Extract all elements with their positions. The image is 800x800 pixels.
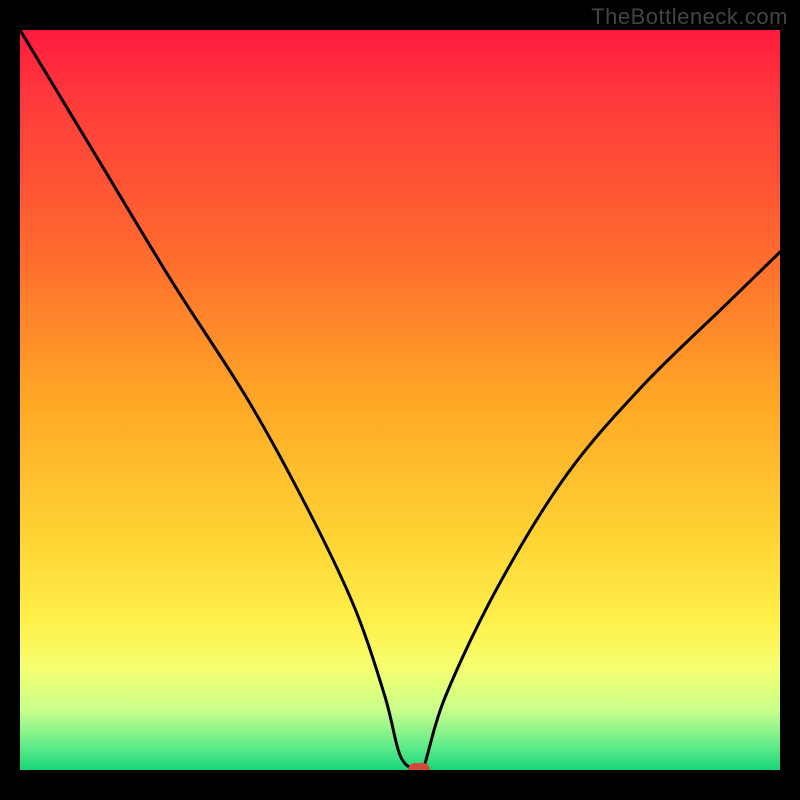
bottleneck-curve bbox=[20, 30, 780, 770]
watermark-text: TheBottleneck.com bbox=[591, 4, 788, 30]
chart-frame: TheBottleneck.com bbox=[0, 0, 800, 800]
plot-area bbox=[20, 30, 780, 770]
optimal-point-marker bbox=[408, 763, 430, 770]
